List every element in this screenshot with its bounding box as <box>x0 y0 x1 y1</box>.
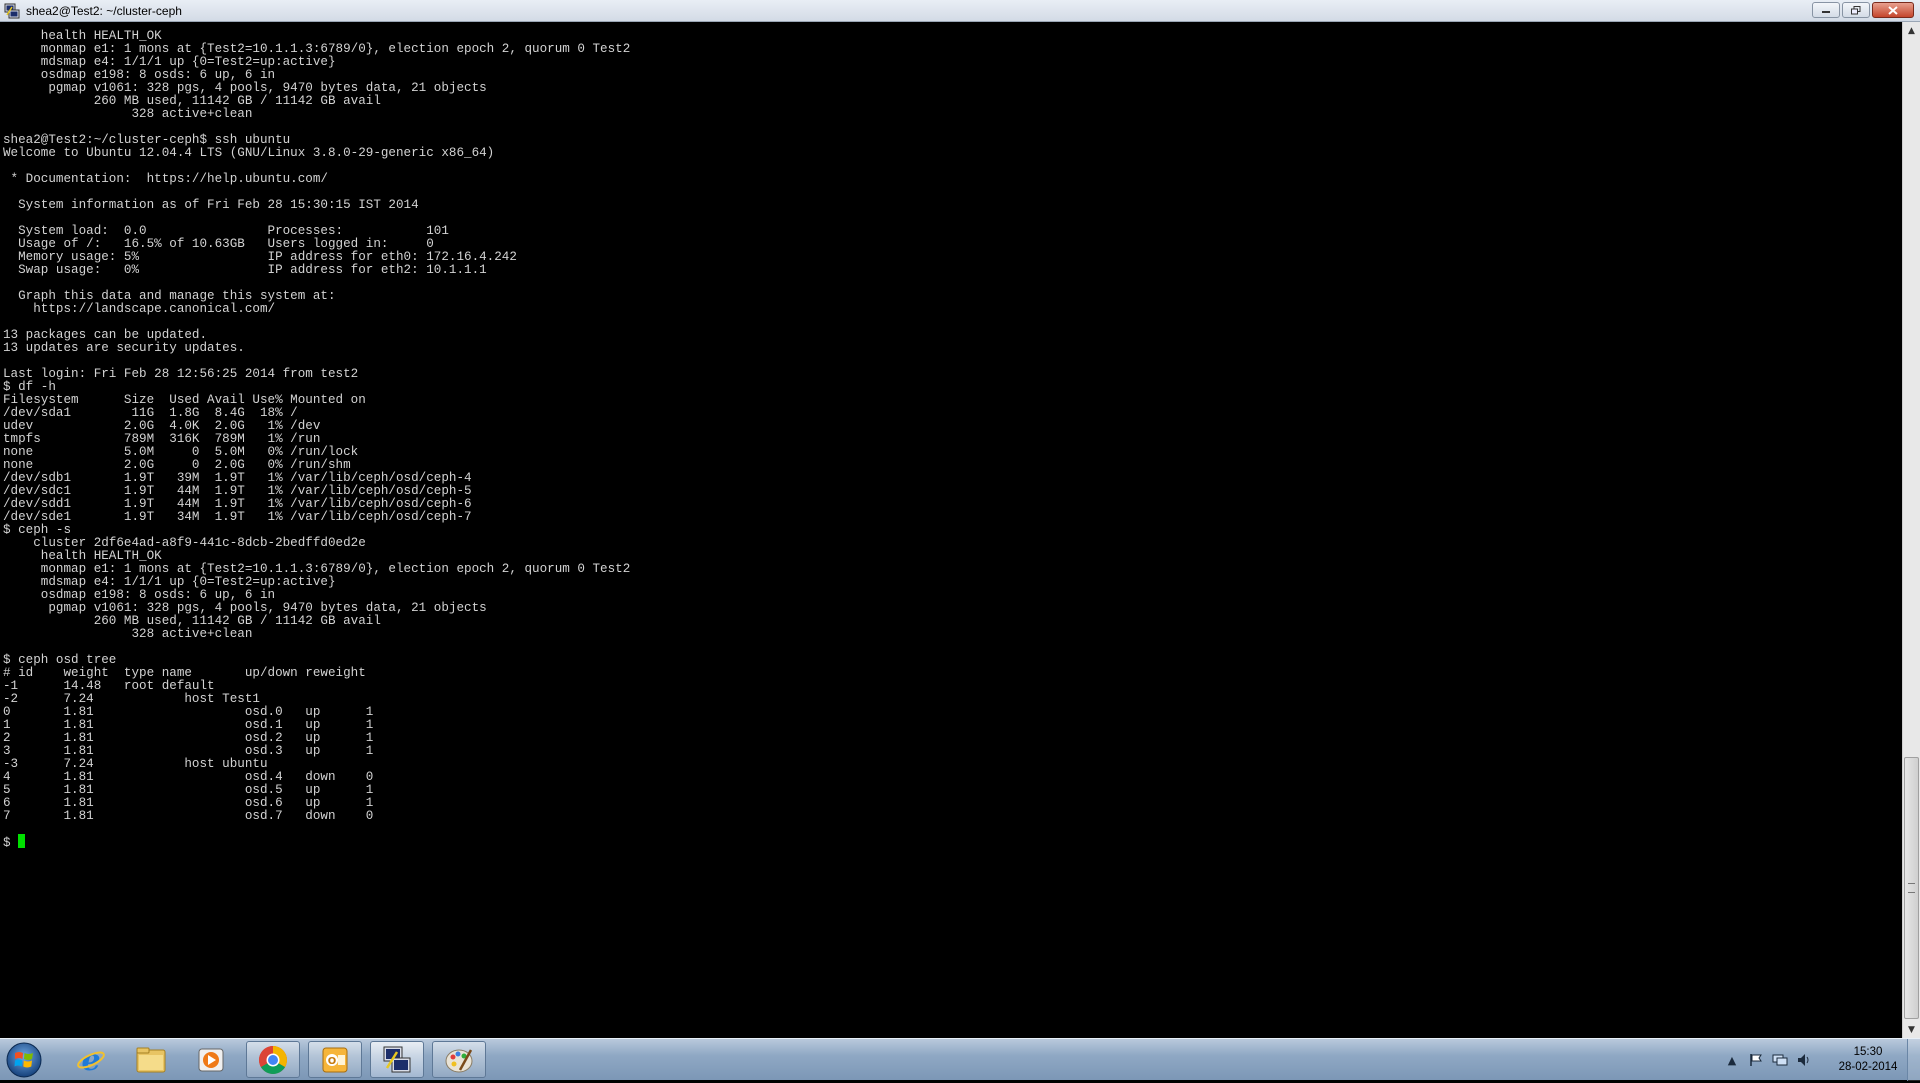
scroll-down-arrow-icon[interactable]: ▼ <box>1903 1021 1920 1038</box>
taskbar-putty[interactable] <box>370 1041 424 1078</box>
clock-time: 15:30 <box>1853 1046 1883 1058</box>
terminal-line: /dev/sde1 1.9T 34M 1.9T 1% /var/lib/ceph… <box>3 510 472 524</box>
show-desktop-button[interactable] <box>1907 1039 1920 1081</box>
file-explorer-icon <box>136 1047 166 1072</box>
terminal-line: $ <box>3 834 26 850</box>
media-player-icon <box>198 1048 224 1071</box>
taskbar-internet-explorer[interactable]: e <box>64 1041 118 1078</box>
system-tray: ▲ 15:30 28-02-2014 <box>1724 1039 1908 1081</box>
start-button[interactable] <box>4 1041 44 1079</box>
taskbar-media-player[interactable] <box>184 1041 238 1078</box>
minimize-button[interactable] <box>1812 2 1840 18</box>
scroll-thumb[interactable] <box>1904 757 1919 1019</box>
system-clock[interactable]: 15:30 28-02-2014 <box>1828 1045 1908 1075</box>
putty-icon <box>383 1046 411 1072</box>
terminal-line: https://landscape.canonical.com/ <box>3 302 276 316</box>
windows-start-icon <box>6 1042 42 1078</box>
restore-icon <box>1851 5 1861 14</box>
terminal-line: * Documentation: https://help.ubuntu.com… <box>3 172 328 186</box>
minimize-icon <box>1822 11 1830 13</box>
terminal-line: 328 active+clean <box>3 627 253 641</box>
window-titlebar[interactable]: shea2@Test2: ~/cluster-ceph <box>0 0 1920 22</box>
volume-icon[interactable] <box>1796 1052 1812 1068</box>
taskbar-outlook[interactable]: O <box>308 1041 362 1078</box>
close-icon <box>1888 5 1898 15</box>
putty-app-icon[interactable] <box>4 3 20 19</box>
chrome-icon <box>259 1045 287 1074</box>
scroll-up-arrow-icon[interactable]: ▲ <box>1903 22 1920 39</box>
paint-icon <box>445 1048 473 1072</box>
terminal-line: 328 active+clean <box>3 107 253 121</box>
internet-explorer-icon: e <box>77 1044 105 1076</box>
restore-button[interactable] <box>1842 2 1870 18</box>
terminal-scrollbar[interactable]: ▲ ▼ <box>1902 22 1920 1038</box>
taskbar-chrome[interactable] <box>246 1041 300 1078</box>
show-hidden-icons-chevron[interactable]: ▲ <box>1724 1052 1740 1068</box>
terminal-cursor <box>18 834 26 848</box>
network-icon[interactable] <box>1772 1052 1788 1068</box>
terminal-line: 13 updates are security updates. <box>3 341 245 355</box>
window-title: shea2@Test2: ~/cluster-ceph <box>26 4 182 18</box>
terminal-line: Last login: Fri Feb 28 12:56:25 2014 fro… <box>3 367 359 381</box>
scroll-grip-icon <box>1908 883 1915 893</box>
svg-text:e: e <box>81 1044 100 1076</box>
terminal-line: System information as of Fri Feb 28 15:3… <box>3 198 419 212</box>
terminal-line: Swap usage: 0% IP address for eth2: 10.1… <box>3 263 487 277</box>
terminal-line: Welcome to Ubuntu 12.04.4 LTS (GNU/Linux… <box>3 146 495 160</box>
close-button[interactable] <box>1872 2 1914 18</box>
taskbar-paint[interactable] <box>432 1041 486 1078</box>
terminal-output[interactable]: health HEALTH_OK monmap e1: 1 mons at {T… <box>0 22 1902 1038</box>
taskbar: e O ▲ 15:30 28-02-2014 <box>0 1038 1920 1081</box>
window-controls <box>1812 2 1914 20</box>
terminal-line: 7 1.81 osd.7 down 0 <box>3 809 374 823</box>
clock-date: 28-02-2014 <box>1838 1061 1898 1073</box>
action-center-flag-icon[interactable] <box>1748 1052 1764 1068</box>
svg-text:O: O <box>328 1056 337 1067</box>
taskbar-file-explorer[interactable] <box>124 1041 178 1078</box>
outlook-icon: O <box>322 1047 348 1072</box>
